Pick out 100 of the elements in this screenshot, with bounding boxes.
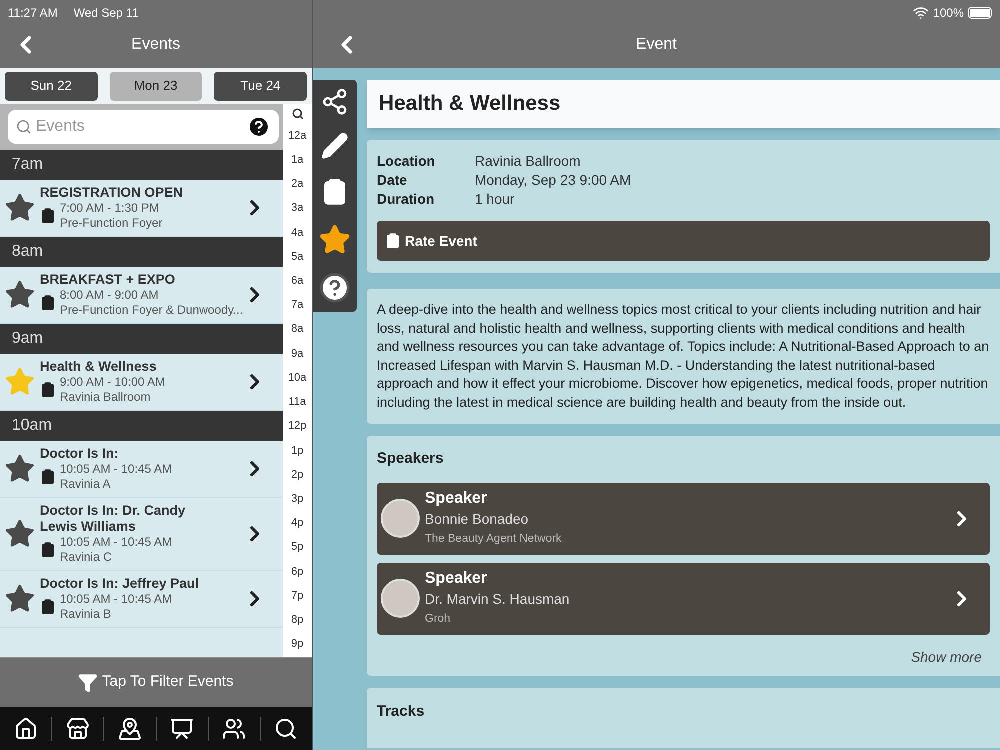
clipboard-icon (385, 231, 401, 251)
index-label[interactable]: 3a (291, 200, 304, 217)
pencil-icon[interactable] (321, 132, 349, 160)
index-label[interactable]: 8a (291, 321, 304, 338)
speaker-name: Dr. Marvin S. Hausman (425, 590, 571, 608)
index-label[interactable]: 6a (291, 273, 304, 290)
day-tab[interactable]: Sun 22 (5, 72, 98, 100)
day-tab[interactable]: Tue 24 (214, 72, 308, 100)
event-location: Pre-Function Foyer & Dunwoody... (60, 303, 243, 318)
star-icon[interactable] (319, 224, 351, 256)
wifi-icon (913, 5, 930, 21)
event-location: Ravinia A (60, 477, 112, 492)
event-title: BREAKFAST + EXPO (40, 272, 176, 288)
battery-icon (968, 7, 992, 19)
event-title: Health & Wellness (40, 359, 158, 375)
index-search-icon[interactable] (292, 108, 304, 120)
index-label[interactable]: 3p (291, 491, 304, 508)
index-label[interactable]: 2p (291, 466, 304, 484)
index-label[interactable]: 5p (291, 539, 304, 556)
header-title: Events (130, 35, 182, 55)
home-icon[interactable] (14, 716, 38, 740)
event-time: 10:05 AM - 10:45 AM (60, 535, 172, 550)
star-icon[interactable] (4, 583, 36, 615)
index-label[interactable]: 11a (288, 394, 306, 411)
star-icon[interactable] (4, 366, 36, 398)
clipboard-icon (40, 467, 56, 487)
map-pin-icon[interactable] (118, 716, 142, 740)
index-label[interactable]: 1a (291, 152, 304, 168)
detail-label: Location (377, 152, 436, 171)
section-heading: Tracks (377, 702, 425, 720)
speaker-role: Speaker (425, 488, 488, 508)
search-icon[interactable] (274, 716, 298, 740)
event-location: Pre-Function Foyer (60, 216, 163, 231)
clipboard-icon (40, 206, 56, 226)
people-icon[interactable] (222, 716, 246, 740)
event-time: 8:00 AM - 9:00 AM (60, 288, 160, 303)
avatar-placeholder (381, 579, 420, 618)
speaker-company: The Beauty Agent Network (425, 532, 563, 546)
status-time: 11:27 AM (8, 5, 58, 22)
header-title: Event (635, 35, 678, 55)
section-heading: Speakers (377, 449, 445, 469)
clipboard-icon (40, 293, 56, 313)
hour-header: 8am (0, 237, 283, 267)
clipboard-icon (40, 540, 56, 560)
index-label[interactable]: 9a (291, 346, 304, 362)
avatar-placeholder (381, 499, 420, 538)
index-label[interactable]: 1p (291, 442, 304, 460)
detail-label: Duration (377, 190, 436, 209)
event-location: Ravinia Ballroom (60, 390, 152, 405)
event-time: 10:05 AM - 10:45 AM (60, 462, 172, 477)
index-label[interactable]: 10a (288, 370, 307, 386)
description-text: A deep-dive into the health and wellness topics most critical to your clients including nutrition and hair loss, natural and holistic health and wellness, supporting clients with medical conditions and health and wellness resources you can take advantage of. Topics include: A Nutritional-Based Approach to an Increased Lifespan with Marvin S. Hausman M.D. - Understanding the latest nutritional-based approach and how it effect your microbiome. Discover how epigenetics, medical foods, proper nutrition including the latest in medical science are building health and beauty from the inside out. (377, 301, 990, 412)
rate-event-button[interactable]: Rate Event (377, 221, 990, 261)
index-label[interactable]: 7a (291, 297, 304, 314)
hour-header: 7am (0, 150, 283, 180)
show-more-link[interactable]: Show more (911, 646, 982, 668)
star-icon[interactable] (4, 453, 36, 485)
star-icon[interactable] (4, 279, 36, 311)
presentation-icon[interactable] (170, 716, 194, 740)
event-title: Doctor Is In: Dr. Candy Lewis Williams (40, 503, 187, 535)
index-label[interactable]: 9p (291, 636, 304, 653)
star-icon[interactable] (4, 192, 36, 224)
search-field[interactable]: Events (8, 110, 279, 144)
index-label[interactable]: 7p (291, 588, 304, 604)
speaker-role: Speaker (425, 568, 488, 588)
event-time: 9:00 AM - 10:00 AM (60, 375, 166, 390)
clipboard-icon (40, 380, 56, 400)
index-label[interactable]: 12p (288, 418, 307, 435)
index-label[interactable]: 6p (291, 564, 304, 580)
event-location: Ravinia C (60, 550, 114, 565)
detail-value: Ravinia Ballroom (475, 152, 582, 171)
detail-value: Monday, Sep 23 9:00 AM (475, 171, 632, 190)
clipboard-icon (40, 597, 56, 617)
speaker-name: Bonnie Bonadeo (425, 510, 530, 528)
index-label[interactable]: 8p (291, 612, 304, 629)
speaker-row[interactable]: Speaker Dr. Marvin S. Hausman Groh (377, 562, 990, 634)
event-title: Doctor Is In: (40, 446, 120, 462)
speaker-row[interactable]: Speaker Bonnie Bonadeo The Beauty Agent Network (377, 482, 990, 554)
share-icon[interactable] (321, 88, 349, 116)
detail-label: Date (377, 171, 408, 190)
event-title: Health & Wellness (367, 80, 1000, 128)
detail-value: 1 hour (475, 190, 516, 209)
hour-header: 9am (0, 324, 283, 354)
index-label[interactable]: 4p (291, 515, 304, 532)
search-icon (16, 119, 32, 135)
booth-icon[interactable] (66, 716, 90, 740)
star-icon[interactable] (4, 518, 36, 550)
hour-header: 10am (0, 411, 283, 441)
event-location: Ravinia B (60, 607, 112, 622)
event-time: 7:00 AM - 1:30 PM (60, 201, 160, 216)
filter-icon (78, 672, 98, 692)
index-label[interactable]: 4a (291, 224, 304, 242)
event-time: 10:05 AM - 10:45 AM (60, 592, 172, 607)
index-label[interactable]: 5a (291, 248, 304, 266)
index-label[interactable]: 12a (288, 128, 307, 144)
status-date: Wed Sep 11 (74, 5, 139, 22)
index-label[interactable]: 2a (291, 176, 304, 193)
help-icon[interactable] (319, 272, 351, 304)
day-tab[interactable]: Mon 23 (110, 72, 202, 100)
speaker-company: Groh (425, 612, 452, 626)
